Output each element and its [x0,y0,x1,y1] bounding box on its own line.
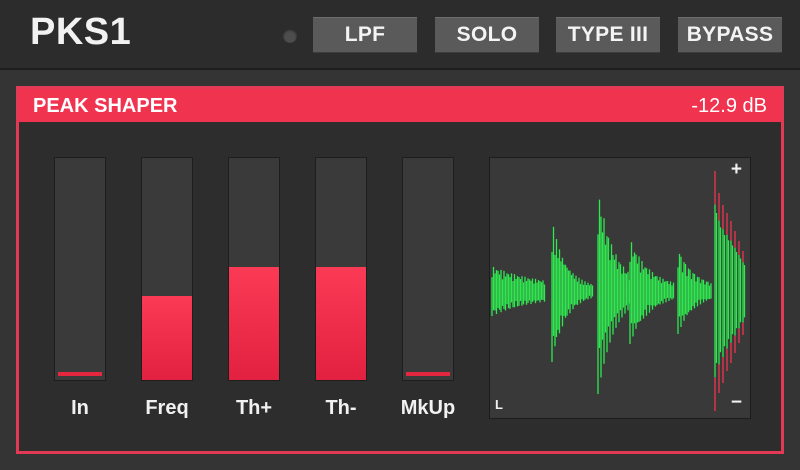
meter-label-threshold-minus: Th- [325,397,357,419]
meter-label-threshold-plus: Th+ [235,397,273,419]
plugin-title: PKS1 [30,11,132,53]
meter-threshold-plus[interactable] [228,157,280,381]
panel-title: PEAK SHAPER [33,95,178,117]
gain-reduction-readout: -12.9 dB [691,95,767,117]
meter-fill [58,372,102,376]
channel-label: L [495,397,503,412]
waveform-display: + − L [489,157,751,419]
meter-in[interactable] [54,157,106,381]
zoom-out-icon[interactable]: − [731,392,742,414]
meter-freq[interactable] [141,157,193,381]
type-iii-button[interactable]: TYPE III [556,17,660,53]
meter-fill [142,295,192,380]
meter-label-freq: Freq [145,397,189,419]
solo-button[interactable]: SOLO [435,17,539,53]
meter-fill [406,372,450,376]
meter-label-makeup: MkUp [400,397,456,419]
meter-label-in: In [71,397,89,419]
top-bar: PKS1 LPF SOLO TYPE III BYPASS [0,0,800,70]
lpf-button[interactable]: LPF [313,17,417,53]
bypass-button[interactable]: BYPASS [678,17,782,53]
status-led[interactable] [283,29,297,43]
meter-makeup[interactable] [402,157,454,381]
meter-fill [229,266,279,380]
zoom-in-icon[interactable]: + [731,159,742,181]
peak-shaper-panel: PEAK SHAPER -12.9 dB In Freq Th+ Th- MkU… [16,86,784,454]
meter-threshold-minus[interactable] [315,157,367,381]
waveform-graph [491,171,746,411]
meter-fill [316,266,366,380]
panel-header: PEAK SHAPER -12.9 dB [19,89,781,122]
